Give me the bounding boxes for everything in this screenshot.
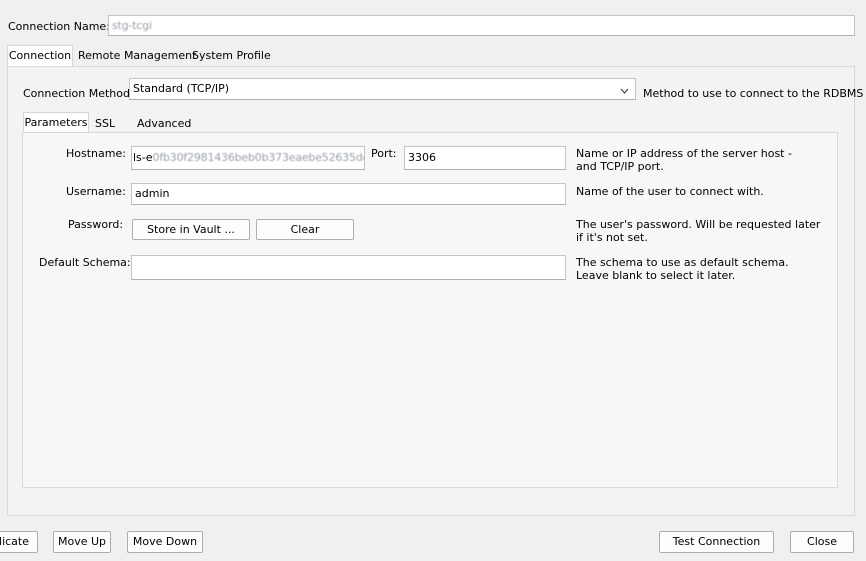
port-label: Port:	[371, 147, 397, 160]
username-input[interactable]: admin	[131, 183, 566, 205]
connection-method-value: Standard (TCP/IP)	[133, 82, 230, 95]
tab-advanced[interactable]: Advanced	[137, 115, 191, 133]
default-schema-label: Default Schema:	[39, 256, 131, 269]
hostname-label: Hostname:	[66, 147, 126, 160]
test-connection-button[interactable]: Test Connection	[659, 531, 774, 553]
port-value: 3306	[408, 151, 436, 164]
close-button[interactable]: Close	[790, 531, 854, 553]
hostname-help: Name or IP address of the server host - …	[576, 147, 792, 173]
tab-system-profile[interactable]: System Profile	[192, 47, 271, 65]
tab-connection[interactable]: Connection	[7, 45, 73, 67]
tab-ssl[interactable]: SSL	[95, 115, 115, 133]
tab-remote-management[interactable]: Remote Management	[78, 47, 196, 65]
connection-name-input[interactable]: stg-tcgi	[108, 15, 855, 36]
username-label: Username:	[66, 185, 126, 198]
connection-name-value: stg-tcgi	[112, 19, 152, 32]
duplicate-button-label: plicate	[0, 535, 29, 548]
chevron-down-icon	[620, 83, 629, 99]
hostname-value-blurred: 0fb30f2981436beb0b373eaebe52635de00e	[152, 151, 364, 164]
connection-name-label: Connection Name:	[8, 20, 110, 33]
username-help: Name of the user to connect with.	[576, 185, 764, 198]
hostname-input[interactable]: ls-e0fb30f2981436beb0b373eaebe52635de00e	[131, 146, 365, 170]
default-schema-help: The schema to use as default schema. Lea…	[576, 256, 789, 282]
move-up-button[interactable]: Move Up	[53, 531, 111, 553]
move-down-button[interactable]: Move Down	[127, 531, 203, 553]
default-schema-input[interactable]	[131, 255, 566, 280]
tab-parameters[interactable]: Parameters	[23, 112, 89, 133]
password-label: Password:	[68, 218, 124, 231]
port-input[interactable]: 3306	[404, 146, 566, 170]
connection-method-help: Method to use to connect to the RDBMS	[643, 87, 864, 100]
connection-method-select[interactable]: Standard (TCP/IP)	[129, 78, 636, 100]
username-value: admin	[135, 187, 170, 200]
connection-method-label: Connection Method:	[23, 87, 134, 100]
clear-password-button[interactable]: Clear	[256, 219, 354, 240]
hostname-value-prefix: ls-e	[133, 151, 153, 164]
store-in-vault-button[interactable]: Store in Vault ...	[132, 219, 250, 240]
duplicate-button[interactable]: plicate	[0, 531, 38, 553]
password-help: The user's password. Will be requested l…	[576, 218, 821, 244]
